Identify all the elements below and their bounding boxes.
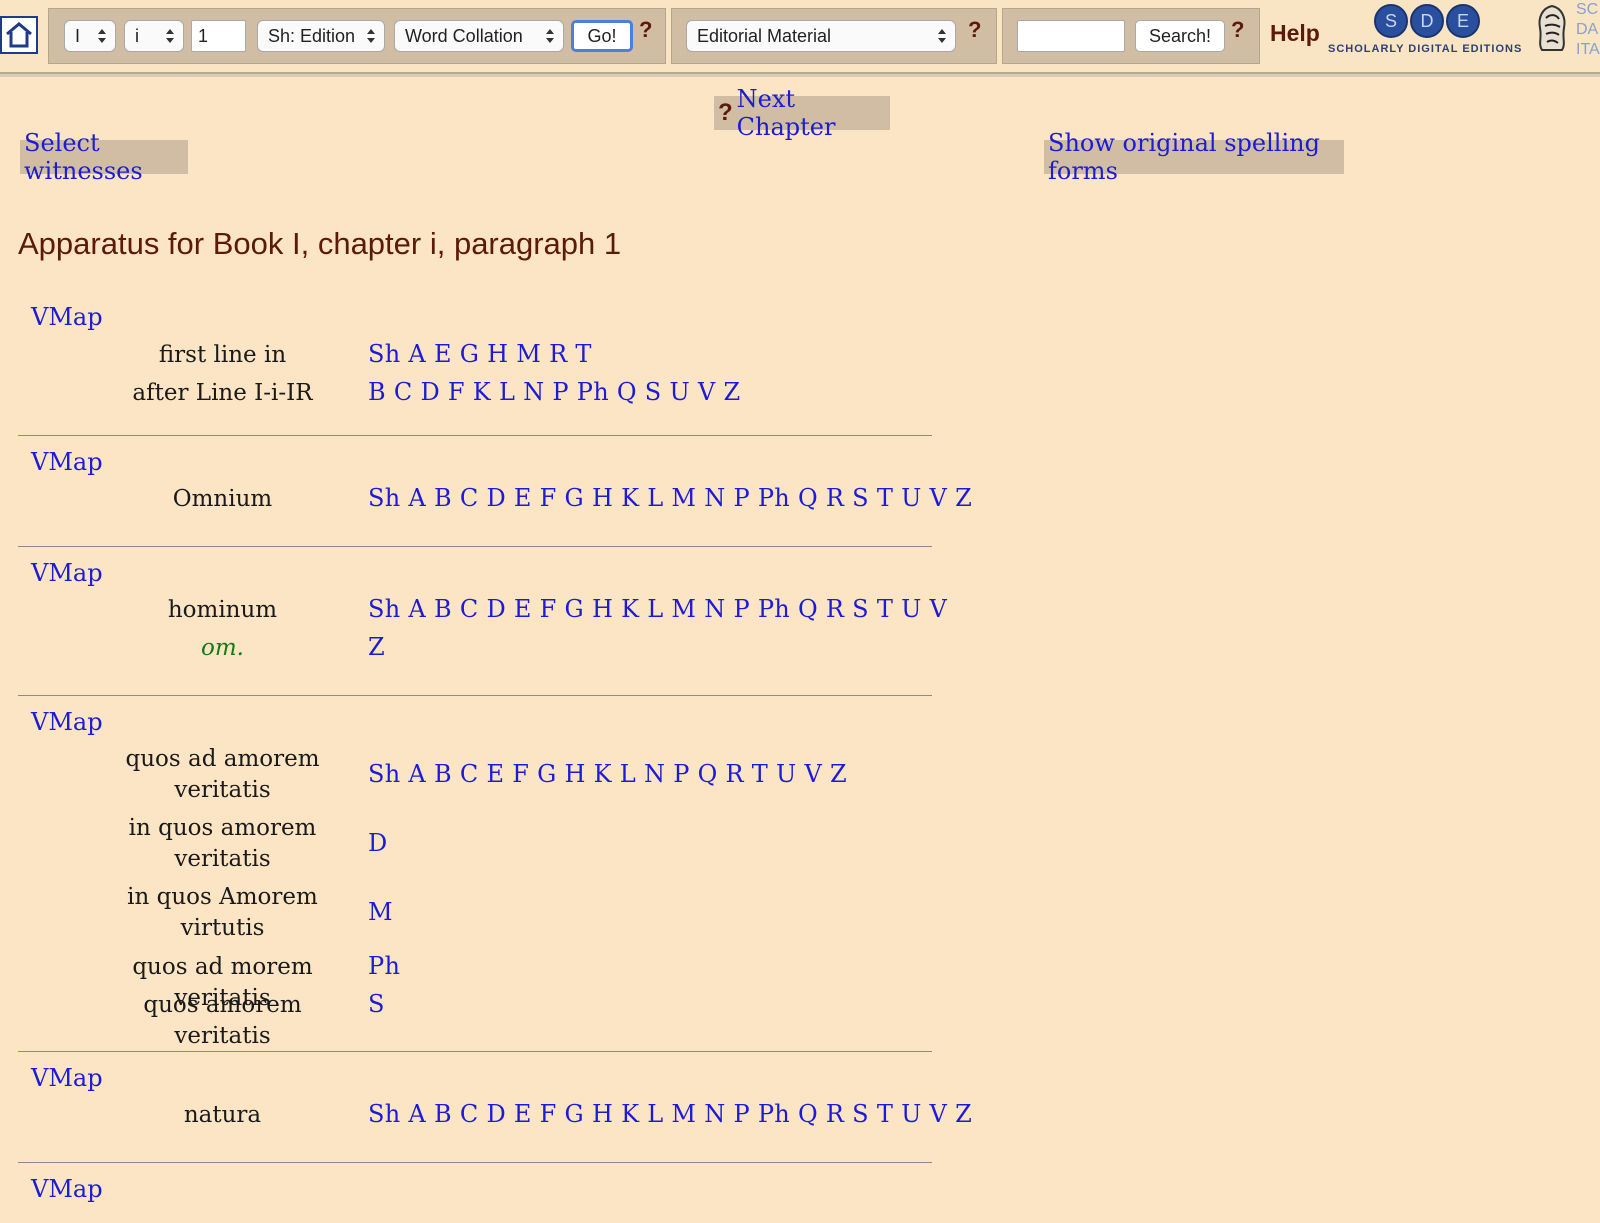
witness-list[interactable]: B C D F K L N P Ph Q S U V Z — [368, 378, 740, 406]
vmap-link[interactable]: VMap — [31, 559, 103, 587]
lemma-line: veritatis — [174, 777, 271, 803]
lemma-line: in quos amorem — [128, 815, 317, 841]
partner-logo-text: SC DA ITA — [1576, 0, 1600, 60]
apparatus-entry: VMap quos ad amorem veritatis Sh A B C E… — [18, 696, 932, 1052]
show-spelling-nav: Show original spelling forms — [1044, 129, 1344, 185]
search-panel: Search! ? — [1002, 8, 1260, 64]
lemma-line: in quos Amorem — [127, 884, 318, 910]
book-select[interactable]: I — [64, 20, 116, 52]
omission-lemma: om. — [100, 633, 345, 664]
go-button[interactable]: Go! — [571, 20, 633, 52]
lemma-line: quos ad amorem — [125, 746, 320, 772]
home-icon — [6, 22, 32, 48]
partner-logo-line: DA — [1576, 21, 1599, 38]
witness-list[interactable]: Sh A B C D E F G H K L M N P Ph Q R S T … — [368, 595, 947, 623]
lemma-line: after Line I-i-IR — [132, 380, 313, 406]
apparatus-entry: VMap — [18, 1163, 932, 1223]
navigation-panel: I i Sh: Edition Word Collation Go! ? — [48, 8, 666, 64]
lemma: natura — [100, 1100, 345, 1131]
partner-logo-line: SC — [1576, 1, 1599, 18]
witness-list[interactable]: Sh A B C D E F G H K L M N P Ph Q R S T … — [368, 1100, 972, 1128]
select-arrows-icon — [367, 29, 375, 43]
next-chapter-help-icon[interactable]: ? — [718, 99, 733, 127]
search-help-icon[interactable]: ? — [1231, 17, 1244, 43]
next-chapter-link[interactable]: Next Chapter — [737, 85, 886, 141]
vmap-link[interactable]: VMap — [31, 448, 103, 476]
search-input[interactable] — [1017, 20, 1125, 52]
lemma-line: natura — [183, 1102, 262, 1128]
lemma-line: first line in — [158, 342, 287, 368]
editorial-select[interactable]: Editorial Material — [686, 20, 956, 52]
search-button[interactable]: Search! — [1135, 20, 1225, 52]
chapter-select[interactable]: i — [124, 20, 184, 52]
chapter-select-value: i — [135, 25, 139, 46]
lemma: quos amorem veritatis — [100, 990, 345, 1052]
lemma: in quos amorem veritatis — [100, 813, 345, 875]
witness-list[interactable]: Sh A E G H M R T — [368, 340, 592, 368]
view-select-value: Sh: Edition — [268, 25, 356, 46]
lemma-line: hominum — [167, 597, 278, 623]
lemma-line: om. — [201, 635, 244, 661]
witness-list[interactable]: Sh A B C E F G H K L N P Q R T U V Z — [368, 760, 847, 788]
vmap-link[interactable]: VMap — [31, 1175, 103, 1203]
lemma-line: Omnium — [172, 486, 273, 512]
sde-logo-letter: D — [1410, 4, 1444, 38]
witness-list[interactable]: D — [368, 829, 388, 857]
mode-select[interactable]: Word Collation — [394, 20, 564, 52]
next-chapter-nav: ? Next Chapter — [714, 85, 890, 141]
editorial-select-value: Editorial Material — [697, 25, 832, 46]
editorial-panel: Editorial Material ? — [671, 8, 997, 64]
witness-list[interactable]: S — [368, 990, 385, 1018]
lemma: in quos Amorem virtutis — [100, 882, 345, 944]
toolbar: I i Sh: Edition Word Collation Go! ? Edi… — [0, 0, 1600, 74]
lion-emblem-icon[interactable] — [1532, 2, 1572, 54]
vmap-link[interactable]: VMap — [31, 708, 103, 736]
select-arrows-icon — [98, 29, 106, 43]
apparatus-entry: VMap natura Sh A B C D E F G H K L M N P… — [18, 1052, 972, 1163]
lemma-line: quos amorem veritatis — [143, 992, 302, 1049]
select-arrows-icon — [938, 29, 946, 43]
lemma-line: veritatis — [174, 846, 271, 872]
sde-logo-text: SCHOLARLY DIGITAL EDITIONS — [1328, 43, 1523, 55]
lemma: first line in — [100, 340, 345, 371]
home-button[interactable] — [0, 16, 38, 54]
partner-logo-line: ITA — [1576, 41, 1600, 58]
select-arrows-icon — [166, 29, 174, 43]
book-select-value: I — [75, 25, 81, 46]
witness-list[interactable]: Ph — [368, 952, 400, 980]
lemma: hominum — [100, 595, 345, 626]
lemma: after Line I-i-IR — [100, 378, 345, 409]
apparatus-entry: VMap first line in Sh A E G H M R T afte… — [18, 295, 932, 436]
paragraph-input[interactable] — [191, 20, 246, 52]
apparatus-entry: VMap Omnium Sh A B C D E F G H K L M N P… — [18, 436, 972, 547]
vmap-link[interactable]: VMap — [31, 1064, 103, 1092]
witness-list[interactable]: Z — [368, 633, 385, 661]
show-spelling-link[interactable]: Show original spelling forms — [1048, 129, 1340, 185]
apparatus-entry: VMap hominum Sh A B C D E F G H K L M N … — [18, 547, 947, 696]
select-witnesses-link[interactable]: Select witnesses — [24, 129, 184, 185]
lemma: quos ad amorem veritatis — [100, 744, 345, 806]
help-link[interactable]: Help — [1270, 20, 1320, 47]
view-select[interactable]: Sh: Edition — [257, 20, 385, 52]
sde-logo[interactable]: S D E SCHOLARLY DIGITAL EDITIONS — [1328, 2, 1534, 58]
page-title: Apparatus for Book I, chapter i, paragra… — [18, 226, 622, 261]
sde-logo-letter: S — [1374, 4, 1408, 38]
editorial-help-icon[interactable]: ? — [968, 17, 981, 43]
witness-list[interactable]: M — [368, 898, 393, 926]
lemma-line: virtutis — [180, 915, 265, 941]
select-witnesses-nav: Select witnesses — [20, 129, 188, 185]
sde-logo-letter: E — [1446, 4, 1480, 38]
witness-list[interactable]: Sh A B C D E F G H K L M N P Ph Q R S T … — [368, 484, 972, 512]
mode-select-value: Word Collation — [405, 25, 523, 46]
vmap-link[interactable]: VMap — [31, 303, 103, 331]
lemma: Omnium — [100, 484, 345, 515]
apparatus-list: VMap first line in Sh A E G H M R T afte… — [18, 295, 972, 1223]
select-arrows-icon — [546, 29, 554, 43]
navigation-help-icon[interactable]: ? — [639, 17, 652, 43]
